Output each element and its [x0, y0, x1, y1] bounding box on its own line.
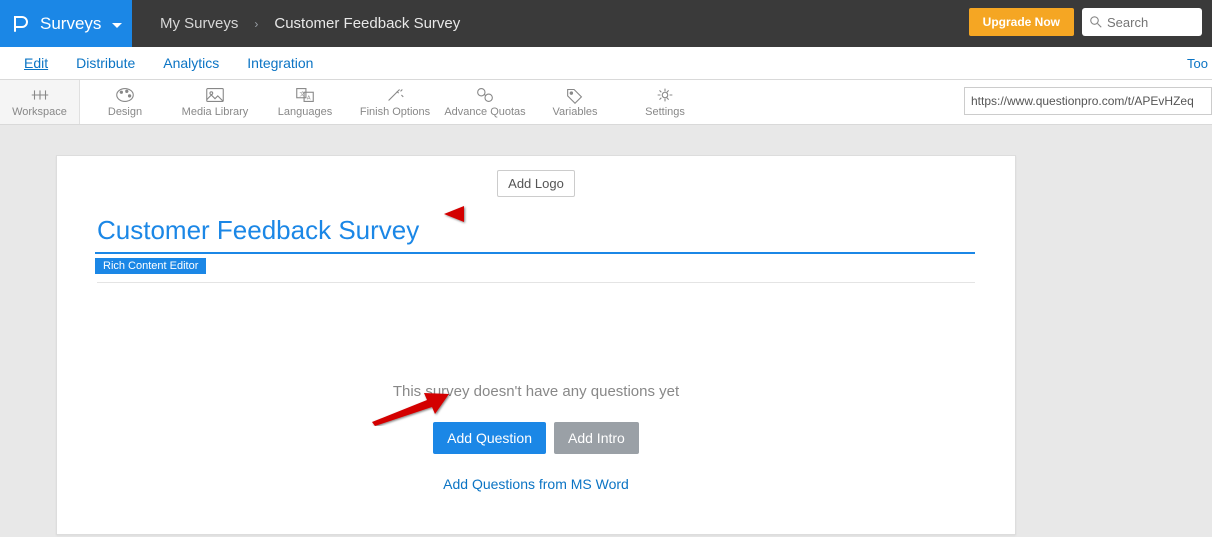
tab-overflow[interactable]: Too — [1187, 56, 1208, 71]
editor-toolbar: Workspace Design Media Library 文A Langua… — [0, 80, 1212, 125]
languages-icon: 文A — [294, 86, 316, 104]
caret-down-icon — [112, 14, 122, 34]
tab-distribute[interactable]: Distribute — [62, 47, 149, 80]
quota-icon — [474, 86, 496, 104]
breadcrumb-root[interactable]: My Surveys — [160, 15, 238, 32]
breadcrumb-current: Customer Feedback Survey — [274, 15, 460, 32]
tool-design[interactable]: Design — [80, 80, 170, 124]
survey-card: Add Logo Customer Feedback Survey Rich C… — [56, 155, 1016, 535]
survey-title[interactable]: Customer Feedback Survey — [57, 215, 1015, 246]
tool-media-library[interactable]: Media Library — [170, 80, 260, 124]
tab-analytics[interactable]: Analytics — [149, 47, 233, 80]
canvas: Add Logo Customer Feedback Survey Rich C… — [0, 125, 1212, 535]
brand-logo-icon — [12, 15, 30, 33]
gear-icon — [654, 86, 676, 104]
search-icon — [1090, 16, 1102, 28]
tag-icon — [564, 86, 586, 104]
rich-content-badge[interactable]: Rich Content Editor — [95, 258, 206, 274]
tab-integration[interactable]: Integration — [233, 47, 327, 80]
svg-text:文: 文 — [300, 90, 306, 98]
tool-settings[interactable]: Settings — [620, 80, 710, 124]
chevron-right-icon: › — [254, 17, 258, 31]
wand-icon — [384, 86, 406, 104]
tool-workspace[interactable]: Workspace — [0, 80, 80, 124]
survey-url-field[interactable]: https://www.questionpro.com/t/APEvHZeq — [964, 87, 1212, 115]
top-right-actions: Upgrade Now — [969, 8, 1202, 36]
rich-editor-row: Rich Content Editor — [57, 256, 1015, 274]
top-header: Surveys My Surveys › Customer Feedback S… — [0, 0, 1212, 47]
tool-finish-options[interactable]: Finish Options — [350, 80, 440, 124]
add-question-button[interactable]: Add Question — [433, 422, 546, 454]
brand-label: Surveys — [40, 14, 106, 34]
search-input[interactable] — [1107, 15, 1187, 30]
tool-variables[interactable]: Variables — [530, 80, 620, 124]
empty-message: This survey doesn't have any questions y… — [57, 383, 1015, 400]
breadcrumb: My Surveys › Customer Feedback Survey — [132, 0, 460, 47]
empty-state: This survey doesn't have any questions y… — [57, 383, 1015, 494]
empty-actions: Add Question Add Intro — [57, 422, 1015, 454]
add-from-msword-link[interactable]: Add Questions from MS Word — [443, 476, 629, 492]
search-box[interactable] — [1082, 8, 1202, 36]
svg-text:A: A — [307, 96, 311, 102]
palette-icon — [114, 86, 136, 104]
title-underline — [95, 252, 975, 254]
image-icon — [204, 86, 226, 104]
brand-dropdown[interactable]: Surveys — [0, 0, 132, 47]
tool-languages[interactable]: 文A Languages — [260, 80, 350, 124]
main-tabs: Edit Distribute Analytics Integration To… — [0, 47, 1212, 80]
workspace-icon — [29, 86, 51, 104]
divider — [97, 282, 975, 283]
add-logo-button[interactable]: Add Logo — [497, 170, 575, 197]
tab-edit[interactable]: Edit — [10, 47, 62, 80]
tool-advance-quotas[interactable]: Advance Quotas — [440, 80, 530, 124]
add-intro-button[interactable]: Add Intro — [554, 422, 639, 454]
upgrade-button[interactable]: Upgrade Now — [969, 8, 1074, 36]
